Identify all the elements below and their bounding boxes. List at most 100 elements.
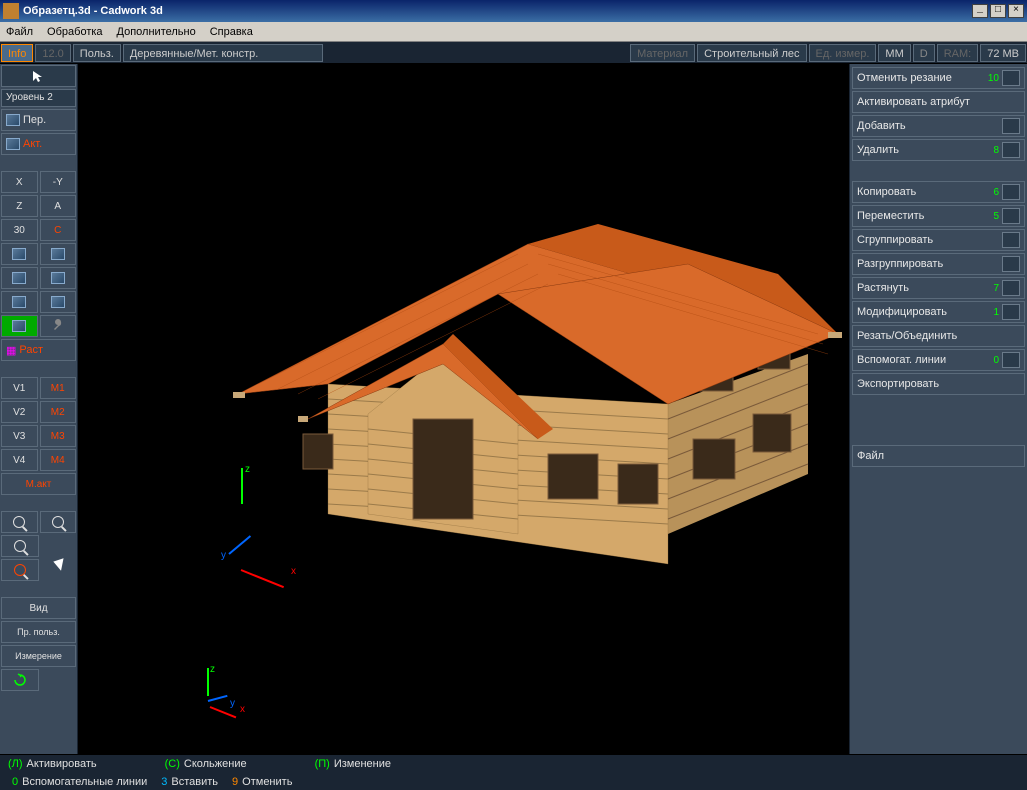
cube-icon [12, 320, 26, 332]
user-pref-button[interactable]: Пр. польз. [1, 621, 76, 643]
add-icon [1002, 118, 1020, 134]
minimize-button[interactable]: _ [972, 4, 988, 18]
cube-icon [6, 114, 20, 126]
zoom-out-icon [52, 516, 64, 528]
axis-c[interactable]: C [40, 219, 77, 241]
view-btn-6[interactable] [40, 291, 77, 313]
m2-button[interactable]: M2 [40, 401, 77, 423]
v1-button[interactable]: V1 [1, 377, 38, 399]
view-btn-3[interactable] [1, 267, 38, 289]
level-label[interactable]: Уровень 2 [1, 89, 76, 107]
material-label: Материал [630, 44, 695, 62]
maximize-button[interactable]: □ [990, 4, 1006, 18]
view-btn-1[interactable] [1, 243, 38, 265]
raster-button[interactable]: ▦Раст [1, 339, 76, 361]
stretch-button[interactable]: Растянуть7 [852, 277, 1025, 299]
ram-label: RAM: [937, 44, 979, 62]
infobar: Info 12.0 Польз. Деревянные/Мет. констр.… [0, 42, 1027, 64]
menu-edit[interactable]: Обработка [47, 26, 102, 38]
axis-z-label: z [210, 664, 215, 675]
axis-x-label: x [291, 566, 296, 577]
wrench-icon [51, 319, 65, 333]
active-button[interactable]: Акт. [1, 133, 76, 155]
v2-button[interactable]: V2 [1, 401, 38, 423]
zoom-in[interactable] [1, 511, 38, 533]
menu-file[interactable]: Файл [6, 26, 33, 38]
construction-type[interactable]: Деревянные/Мет. констр. [123, 44, 323, 62]
m4-button[interactable]: M4 [40, 449, 77, 471]
settings-button[interactable] [40, 315, 77, 337]
cube-icon [51, 248, 65, 260]
move-icon [1002, 208, 1020, 224]
measure-button[interactable]: Измерение [1, 645, 76, 667]
user-button[interactable]: Польз. [73, 44, 121, 62]
activate-attr-button[interactable]: Активировать атрибут [852, 91, 1025, 113]
cut-join-button[interactable]: Резать/Объединить [852, 325, 1025, 347]
axis-y-label: y [230, 698, 235, 709]
zoom-fit-icon [14, 540, 26, 552]
unit-value[interactable]: MM [878, 44, 910, 62]
delete-button[interactable]: Удалить8 [852, 139, 1025, 161]
cube-icon [51, 296, 65, 308]
viewport-3d[interactable]: z x y z x y [78, 64, 849, 754]
copy-icon [1002, 184, 1020, 200]
menubar: Файл Обработка Дополнительно Справка [0, 22, 1027, 42]
ungroup-icon [1002, 256, 1020, 272]
m1-button[interactable]: M1 [40, 377, 77, 399]
undo-icon [1002, 70, 1020, 86]
ungroup-button[interactable]: Разгруппировать [852, 253, 1025, 275]
move-button[interactable]: Переместить5 [852, 205, 1025, 227]
m3-button[interactable]: M3 [40, 425, 77, 447]
status-key-c: (С) [165, 758, 180, 770]
zoom-out[interactable] [40, 511, 77, 533]
group-icon [1002, 232, 1020, 248]
axis-z[interactable]: Z [1, 195, 38, 217]
copy-button[interactable]: Копировать6 [852, 181, 1025, 203]
zoom-fit[interactable] [1, 535, 39, 557]
render-mode[interactable] [1, 315, 38, 337]
undo-cut-button[interactable]: Отменить резание10 [852, 67, 1025, 89]
refresh-button[interactable] [1, 669, 39, 691]
view-button[interactable]: Вид [1, 597, 76, 619]
zoom-region[interactable] [1, 559, 39, 581]
view-btn-5[interactable] [1, 291, 38, 313]
close-button[interactable]: × [1008, 4, 1024, 18]
axis-x-label: x [240, 704, 245, 715]
v4-button[interactable]: V4 [1, 449, 38, 471]
cube-icon [12, 248, 26, 260]
cube-icon [12, 272, 26, 284]
info-button[interactable]: Info [1, 44, 33, 62]
status-key-p: (П) [315, 758, 330, 770]
axis-z-label: z [245, 464, 250, 475]
version-label: 12.0 [35, 44, 70, 62]
add-button[interactable]: Добавить [852, 115, 1025, 137]
mact-button[interactable]: М.акт [1, 473, 76, 495]
refresh-icon [13, 673, 27, 687]
material-value[interactable]: Строительный лес [697, 44, 806, 62]
axis-30[interactable]: 30 [1, 219, 38, 241]
app-icon [3, 3, 19, 19]
modify-button[interactable]: Модифицировать1 [852, 301, 1025, 323]
axis-x[interactable]: X [1, 171, 38, 193]
perspective-button[interactable]: Пер. [1, 109, 76, 131]
cube-icon [12, 296, 26, 308]
delete-icon [1002, 142, 1020, 158]
export-button[interactable]: Экспортировать [852, 373, 1025, 395]
axis-ny[interactable]: -Y [40, 171, 77, 193]
file-button[interactable]: Файл [852, 445, 1025, 467]
axis-y-label: y [221, 550, 226, 561]
aux-icon [1002, 352, 1020, 368]
menu-help[interactable]: Справка [210, 26, 253, 38]
modify-icon [1002, 304, 1020, 320]
titlebar: Образетц.3d - Cadwork 3d _ □ × [0, 0, 1027, 22]
cursor-tool[interactable] [1, 65, 76, 87]
menu-extra[interactable]: Дополнительно [117, 26, 196, 38]
left-toolbar: Уровень 2 Пер. Акт. X-Y ZA 30C ▦Раст V1M… [0, 64, 78, 754]
group-button[interactable]: Сгруппировать [852, 229, 1025, 251]
view-btn-4[interactable] [40, 267, 77, 289]
view-btn-2[interactable] [40, 243, 77, 265]
cursor-icon [31, 69, 47, 83]
axis-a[interactable]: A [40, 195, 77, 217]
v3-button[interactable]: V3 [1, 425, 38, 447]
aux-lines-button[interactable]: Вспомогат. линии0 [852, 349, 1025, 371]
